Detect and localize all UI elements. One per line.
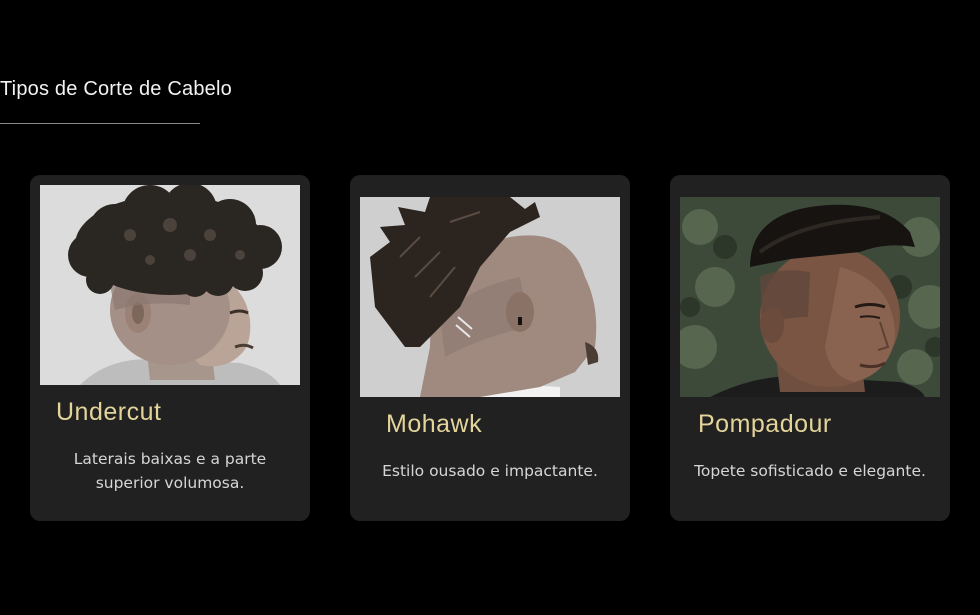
haircut-card-undercut: Undercut Laterais baixas e a parte super… (30, 175, 310, 521)
curly-undercut-portrait-icon (40, 185, 300, 385)
card-title: Mohawk (386, 410, 483, 438)
card-title: Undercut (56, 398, 162, 426)
card-title: Pompadour (698, 410, 832, 438)
pompadour-portrait-icon (680, 197, 940, 397)
section-title: Tipos de Corte de Cabelo (0, 78, 232, 100)
haircut-photo-pompadour (680, 197, 940, 397)
haircut-card-mohawk: Mohawk Estilo ousado e impactante. (350, 175, 630, 521)
haircut-photo-undercut (40, 185, 300, 385)
haircut-card-pompadour: Pompadour Topete sofisticado e elegante. (670, 175, 950, 521)
haircut-photo-mohawk (360, 197, 620, 397)
mohawk-rear-profile-icon (360, 197, 620, 397)
card-description: Topete sofisticado e elegante. (694, 462, 926, 480)
title-divider (0, 123, 200, 124)
card-description: Laterais baixas e a parte superior volum… (73, 450, 267, 492)
card-description: Estilo ousado e impactante. (382, 462, 598, 480)
